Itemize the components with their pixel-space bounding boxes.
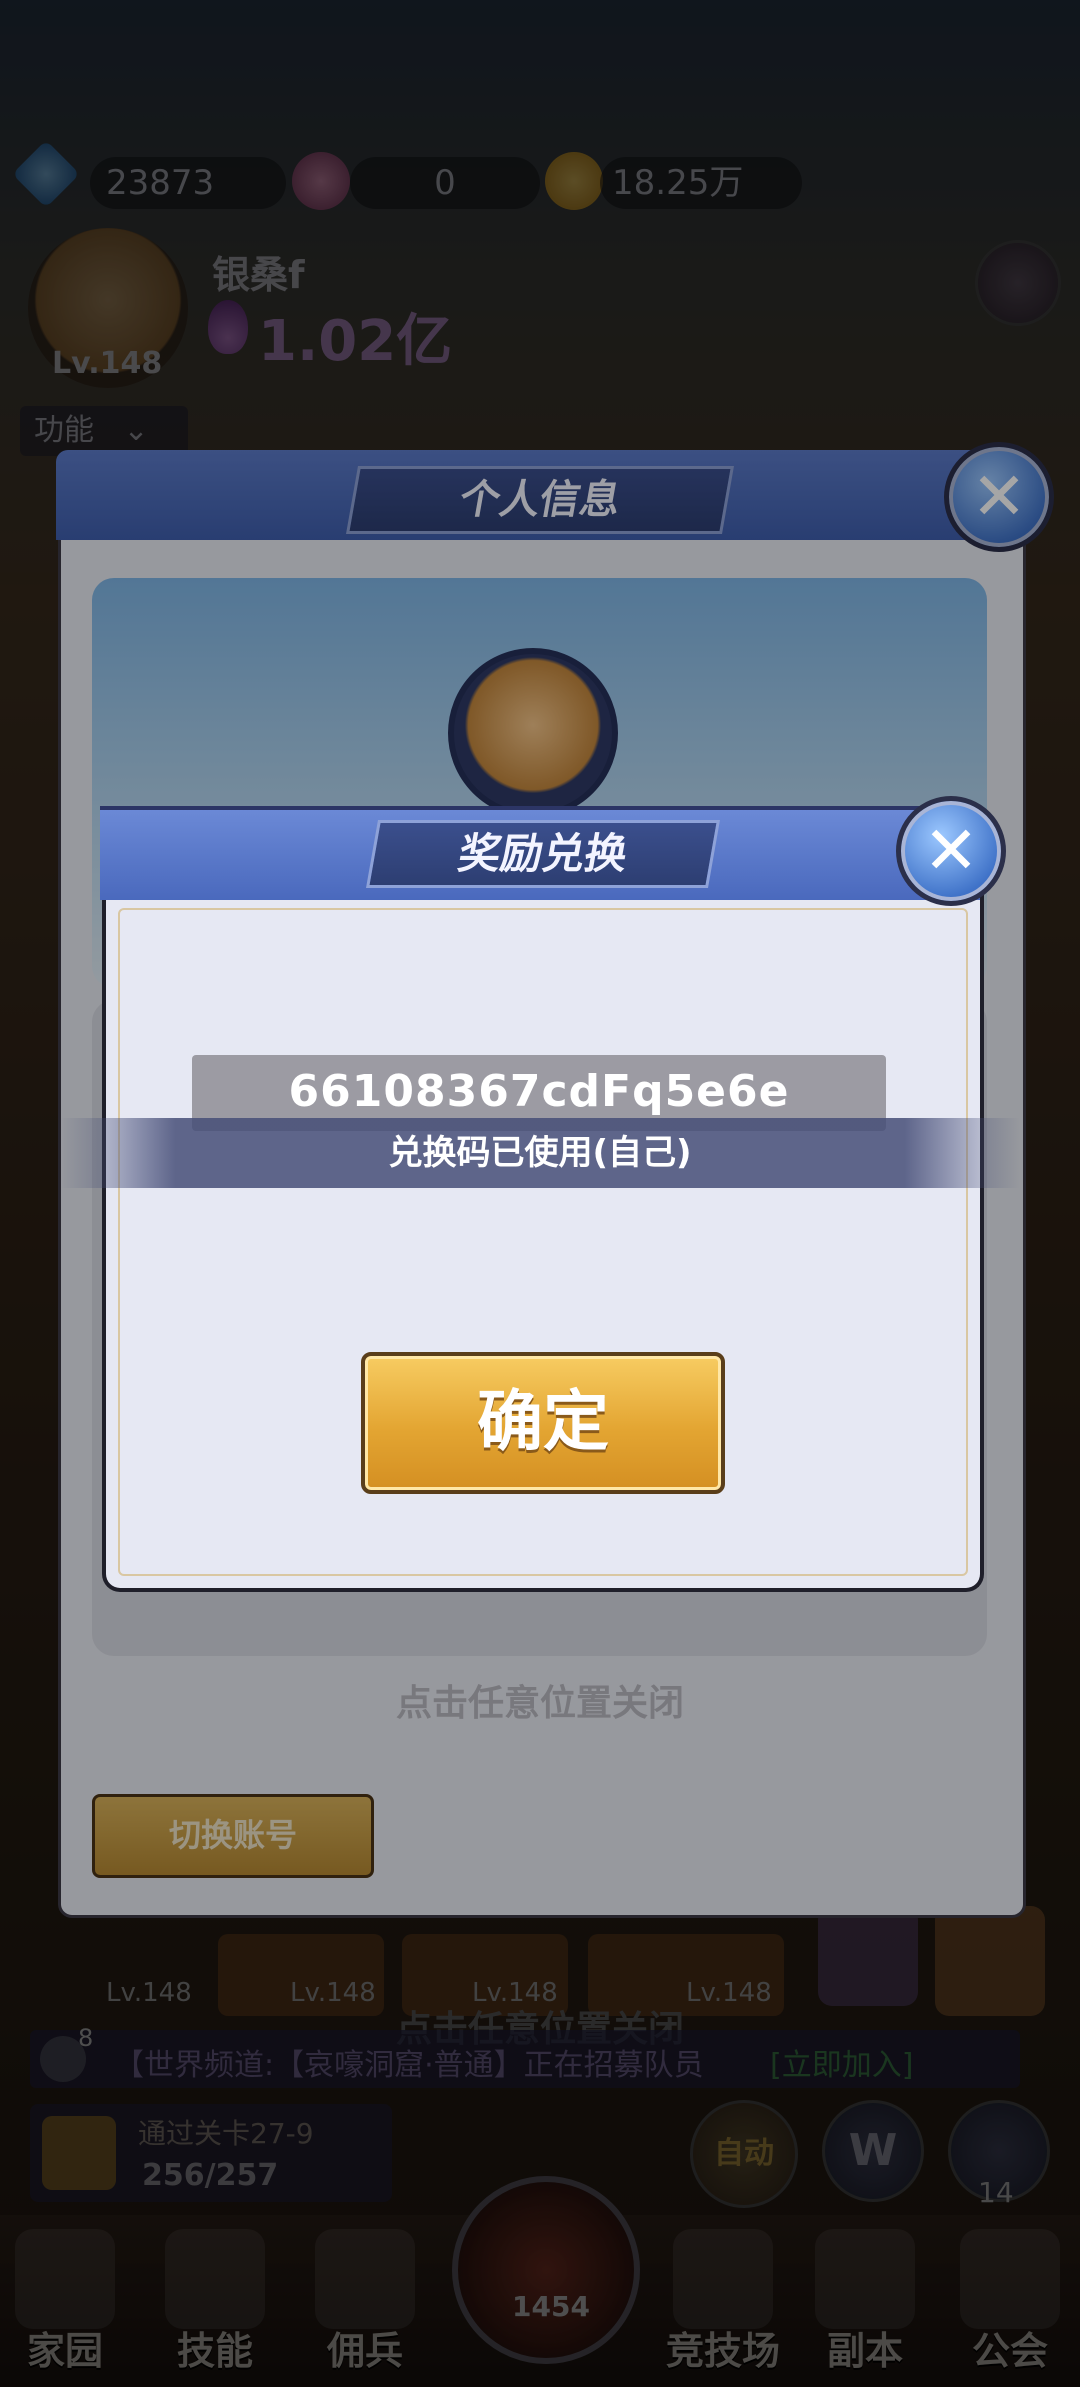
redeem-dialog-title: 奖励兑换 bbox=[366, 820, 720, 888]
redeem-close-button[interactable]: ✕ bbox=[896, 796, 1006, 906]
redeem-status-message: 兑换码已使用(自己) bbox=[60, 1118, 1020, 1188]
confirm-button[interactable]: 确定 bbox=[361, 1352, 725, 1494]
close-icon: ✕ bbox=[923, 812, 979, 889]
